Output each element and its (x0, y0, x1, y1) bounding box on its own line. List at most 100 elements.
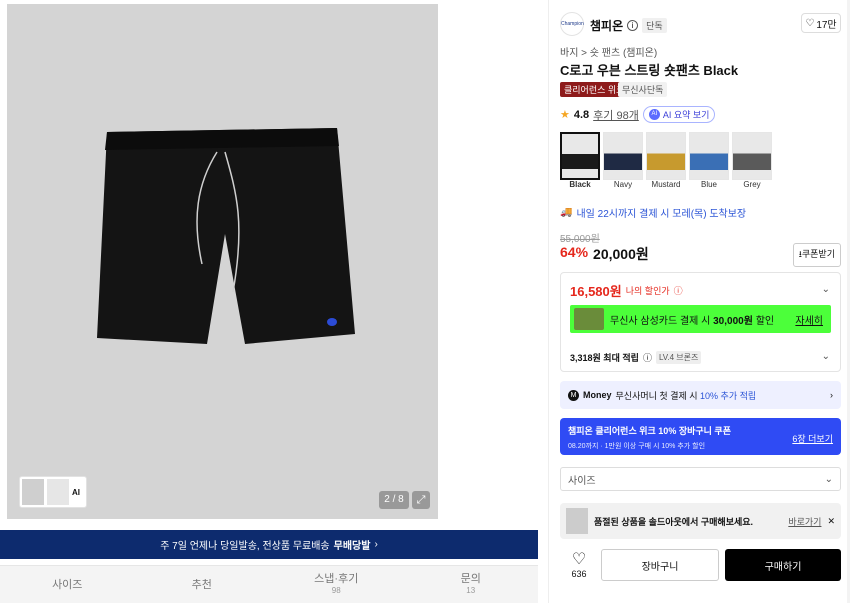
color-option-mustard[interactable]: Mustard (646, 132, 686, 189)
like-count: 17만 (816, 19, 837, 31)
size-select[interactable]: 사이즈 ⌄ (560, 467, 841, 491)
chevron-right-icon: › (374, 539, 378, 550)
info-icon[interactable]: ⓘ (643, 351, 652, 364)
card-promo[interactable]: 무신사 삼성카드 결제 시 30,000원 할인 자세히 (570, 305, 831, 333)
tab-reviews[interactable]: 스냅·후기 98 (269, 566, 404, 603)
color-option-blue[interactable]: Blue (689, 132, 729, 189)
thumbnail-2[interactable] (47, 479, 69, 505)
original-price: 55,000원 (560, 234, 600, 245)
coupon-button[interactable]: ⭳쿠폰받기 (792, 243, 841, 267)
info-icon[interactable]: i (627, 20, 639, 31)
divider (548, 0, 549, 603)
product-info-panel: Champion 챔피온 i 단독 ♡ 17만 바지 > 숏 팬츠 (챔피온) … (560, 0, 845, 603)
color-swatch-image (603, 132, 643, 180)
my-price-box: 16,580원 나의 할인가 ⓘ ⌄ 무신사 삼성카드 결제 시 30,000원… (560, 272, 841, 372)
ai-summary-label: AI 요약 보기 (662, 110, 710, 120)
color-swatch-image (732, 132, 772, 180)
color-swatch-image (689, 132, 729, 180)
info-icon[interactable]: ⓘ (674, 284, 683, 297)
card-promo-text: 무신사 삼성카드 결제 시 30,000원 할인 (610, 315, 775, 327)
tab-label: 추천 (191, 578, 212, 591)
discount-percent: 64% (560, 244, 589, 260)
my-price-row[interactable]: 16,580원 나의 할인가 ⓘ (570, 281, 683, 300)
color-option-label: Mustard (651, 180, 681, 189)
points-row[interactable]: 3,318원 최대 적립 ⓘ LV.4 브론즈 (570, 351, 702, 364)
thumbnail-1[interactable] (22, 479, 44, 505)
tab-recommend[interactable]: 추천 (135, 566, 270, 603)
card-image (574, 308, 604, 330)
star-icon: ★ (560, 109, 570, 121)
rating-score: 4.8 (573, 108, 590, 121)
coupon-banner[interactable]: 챔피온 클리어런스 위크 10% 장바구니 쿠폰 08.20까지 · 1만원 이… (560, 418, 841, 455)
expand-icon[interactable]: ⤢ (412, 491, 430, 509)
money-brand: Money (583, 390, 612, 400)
color-option-label: Navy (613, 180, 633, 189)
brand-name[interactable]: 챔피온 (590, 17, 623, 34)
color-swatch-image (560, 132, 600, 180)
money-icon: M (568, 389, 579, 401)
banner-text: 주 7일 언제나 당일발송, 전상품 무료배송 (160, 541, 330, 552)
buy-now-button[interactable]: 구매하기 (725, 549, 841, 581)
brand-header[interactable]: 챔피온 i 단독 (590, 17, 667, 34)
points-text: 3,318원 최대 적립 (570, 353, 639, 363)
reviews-link[interactable]: 후기 98개 (593, 107, 639, 123)
heart-icon: ♡ (805, 17, 815, 29)
color-option-grey[interactable]: Grey (732, 132, 772, 189)
my-price-label: 나의 할인가 (625, 286, 670, 296)
money-text: 무신사머니 첫 결제 시 10% 추가 적립 (615, 390, 757, 401)
brand-logo[interactable]: Champion (560, 12, 584, 36)
color-option-label: Black (569, 180, 591, 189)
tab-label: 문의 (460, 572, 481, 585)
product-tabs: 사이즈 추천 스냅·후기 98 문의 13 (0, 565, 538, 603)
sale-price-row: 64% 20,000원 (560, 244, 649, 264)
soldout-text: 품절된 상품을 솔드아웃에서 구매해보세요. (594, 516, 754, 527)
sale-price: 20,000원 (593, 246, 649, 262)
close-icon[interactable]: ✕ (827, 516, 835, 527)
color-option-black[interactable]: Black (560, 132, 600, 189)
chevron-down-icon[interactable]: ⌄ (822, 351, 830, 362)
chevron-down-icon[interactable]: ⌄ (822, 284, 830, 295)
tab-inquiry[interactable]: 문의 13 (404, 566, 539, 603)
rating-row: ★ 4.8 후기 98개 AI AI 요약 보기 (560, 106, 716, 123)
color-swatch-image (646, 132, 686, 180)
coupon-more-link[interactable]: 6장 더보기 (792, 432, 833, 445)
tab-count: 13 (466, 585, 476, 595)
ai-summary-button[interactable]: AI AI 요약 보기 (642, 106, 716, 123)
ai-icon: AI (648, 109, 660, 120)
add-to-cart-button[interactable]: 장바구니 (601, 549, 719, 581)
color-option-label: Blue (700, 180, 717, 189)
product-image-gallery[interactable]: AI 2 / 8 ⤢ (7, 4, 438, 519)
chevron-down-icon: ⌄ (824, 473, 833, 485)
color-option-label: Grey (743, 180, 761, 189)
heart-icon: ♡ (571, 551, 587, 568)
soldout-thumbnail (566, 508, 588, 534)
exclusive-badge: 무신사단독 (618, 82, 668, 97)
size-select-label: 사이즈 (568, 475, 596, 487)
chevron-right-icon: › (830, 390, 833, 400)
tab-label: 스냅·후기 (314, 572, 359, 585)
breadcrumb[interactable]: 바지 > 숏 팬츠 (챔피온) (560, 44, 657, 59)
banner-badge: 무배당발 (333, 541, 371, 552)
like-count: 636 (571, 569, 587, 579)
image-pager: 2 / 8 (379, 491, 409, 509)
tab-size[interactable]: 사이즈 (0, 566, 135, 603)
delivery-guarantee[interactable]: 🚚 내일 22시까지 결제 시 모레(목) 도착보장 (560, 205, 746, 220)
coupon-sub: 08.20까지 · 1만원 이상 구매 시 10% 추가 할인 (568, 443, 706, 450)
soldout-promo[interactable]: 품절된 상품을 솔드아웃에서 구매해보세요. 바로가기 ✕ (560, 503, 841, 539)
my-price-value: 16,580원 (570, 284, 622, 299)
like-button[interactable]: ♡ 17만 (801, 13, 841, 33)
product-title: C로고 우븐 스트링 숏팬츠 Black (560, 63, 739, 78)
tab-count: 98 (331, 585, 341, 595)
card-promo-link[interactable]: 자세히 (795, 312, 823, 327)
product-image-shorts (97, 128, 355, 344)
exclusive-tag: 단독 (642, 18, 667, 33)
color-option-navy[interactable]: Navy (603, 132, 643, 189)
money-promo[interactable]: M Money 무신사머니 첫 결제 시 10% 추가 적립 › (560, 381, 841, 409)
color-options: Black Navy Mustard Blue Grey (560, 132, 772, 189)
delivery-banner[interactable]: 주 7일 언제나 당일발송, 전상품 무료배송 무배당발 › (0, 530, 538, 559)
thumb-ai-label[interactable]: AI (72, 488, 80, 497)
soldout-link[interactable]: 바로가기 (788, 515, 821, 528)
thumbnail-strip[interactable]: AI (19, 476, 87, 508)
like-toggle[interactable]: ♡ 636 (564, 549, 594, 579)
truck-icon: 🚚 (560, 207, 573, 218)
